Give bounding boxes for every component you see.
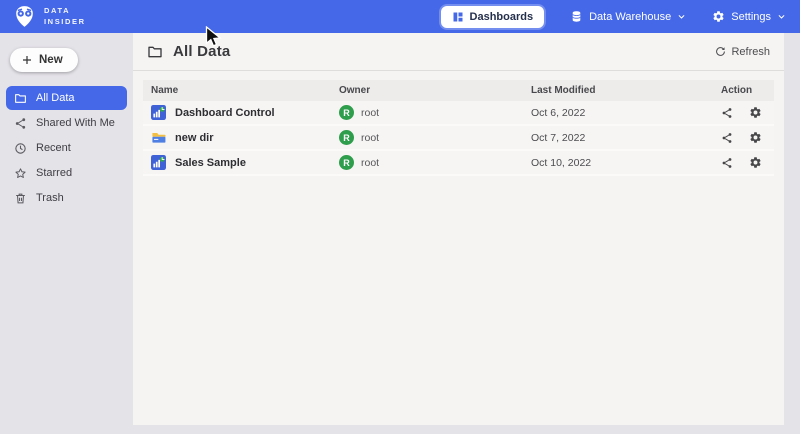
owner-name: root xyxy=(361,107,379,119)
database-icon xyxy=(570,10,583,23)
folder-icon xyxy=(147,44,163,60)
item-name[interactable]: Sales Sample xyxy=(175,157,246,169)
gear-icon[interactable] xyxy=(749,156,762,169)
page-title: All Data xyxy=(173,43,230,60)
owner-name: root xyxy=(361,157,379,169)
gear-icon xyxy=(712,10,725,23)
item-name[interactable]: new dir xyxy=(175,132,214,144)
sidebar-item-recent[interactable]: Recent xyxy=(6,136,127,160)
columns-icon xyxy=(452,11,464,23)
sidebar-item-all-data[interactable]: All Data xyxy=(6,86,127,110)
owner-avatar: R xyxy=(339,130,354,145)
chevron-down-icon xyxy=(777,12,786,21)
sidebar: New All Data Shared With Me Recent xyxy=(0,33,133,434)
column-header-name: Name xyxy=(151,85,339,96)
owner-name: root xyxy=(361,132,379,144)
table-row[interactable]: new dir R root Oct 7, 2022 xyxy=(143,126,774,151)
share-nodes-icon[interactable] xyxy=(721,107,733,119)
refresh-button[interactable]: Refresh xyxy=(715,46,770,58)
owner-avatar: R xyxy=(339,155,354,170)
column-header-owner: Owner xyxy=(339,85,531,96)
nav-data-warehouse[interactable]: Data Warehouse xyxy=(570,10,686,23)
gear-icon[interactable] xyxy=(749,131,762,144)
column-header-last-modified: Last Modified xyxy=(531,85,721,96)
data-table: Name Owner Last Modified Action D xyxy=(143,80,774,176)
dashboard-file-icon xyxy=(151,155,166,170)
trash-icon xyxy=(14,192,27,205)
top-nav: Dashboards Data Warehouse Settings xyxy=(441,6,786,28)
content-header: All Data Refresh xyxy=(133,33,784,71)
sidebar-item-trash[interactable]: Trash xyxy=(6,186,127,210)
new-button[interactable]: New xyxy=(10,48,78,72)
nav-settings[interactable]: Settings xyxy=(712,10,786,23)
chevron-down-icon xyxy=(677,12,686,21)
star-icon xyxy=(14,167,27,180)
item-name[interactable]: Dashboard Control xyxy=(175,107,275,119)
folder-icon xyxy=(14,92,27,105)
dashboard-file-icon xyxy=(151,105,166,120)
folder-file-icon xyxy=(151,130,166,145)
table-header: Name Owner Last Modified Action xyxy=(143,80,774,101)
sidebar-item-starred[interactable]: Starred xyxy=(6,161,127,185)
nav-dashboards-button[interactable]: Dashboards xyxy=(441,6,545,28)
last-modified: Oct 10, 2022 xyxy=(531,157,721,169)
column-header-action: Action xyxy=(721,85,774,96)
refresh-icon xyxy=(715,46,726,57)
gear-icon[interactable] xyxy=(749,106,762,119)
plus-icon xyxy=(21,54,33,66)
sidebar-item-shared-with-me[interactable]: Shared With Me xyxy=(6,111,127,135)
main-panel: All Data Refresh Name Owner Last Modifie… xyxy=(133,33,784,425)
last-modified: Oct 6, 2022 xyxy=(531,107,721,119)
owl-logo-icon xyxy=(12,4,37,29)
last-modified: Oct 7, 2022 xyxy=(531,132,721,144)
top-bar: DATA INSIDER Dashboards Data Warehouse xyxy=(0,0,800,33)
share-nodes-icon[interactable] xyxy=(721,132,733,144)
share-nodes-icon xyxy=(14,117,27,130)
app-name: DATA INSIDER xyxy=(44,6,86,26)
table-row[interactable]: Sales Sample R root Oct 10, 2022 xyxy=(143,151,774,176)
table-row[interactable]: Dashboard Control R root Oct 6, 2022 xyxy=(143,101,774,126)
owner-avatar: R xyxy=(339,105,354,120)
clock-icon xyxy=(14,142,27,155)
share-nodes-icon[interactable] xyxy=(721,157,733,169)
app-logo: DATA INSIDER xyxy=(12,4,86,29)
